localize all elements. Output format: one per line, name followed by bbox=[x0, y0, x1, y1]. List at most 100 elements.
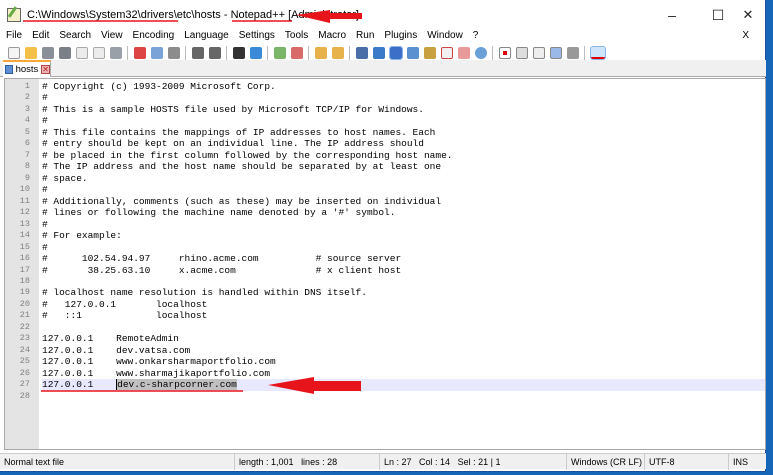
menu-run[interactable]: Run bbox=[356, 30, 374, 42]
code-area[interactable]: # Copyright (c) 1993-2009 Microsoft Corp… bbox=[42, 79, 765, 402]
code-line[interactable]: # bbox=[42, 92, 765, 103]
code-line[interactable]: # localhost name resolution is handled w… bbox=[42, 287, 765, 298]
undo-icon[interactable] bbox=[191, 47, 204, 59]
menu-help[interactable]: ? bbox=[473, 30, 479, 42]
zoom-out-icon[interactable] bbox=[290, 47, 303, 59]
paste-icon[interactable] bbox=[167, 47, 180, 59]
menu-view[interactable]: View bbox=[101, 30, 123, 42]
title-path: C:\Windows\System32\drivers\etc\hosts bbox=[27, 9, 221, 21]
code-line[interactable]: # This file contains the mappings of IP … bbox=[42, 127, 765, 138]
code-line[interactable]: # bbox=[42, 219, 765, 230]
play-macro-icon[interactable] bbox=[532, 47, 545, 59]
indent-guide-icon[interactable] bbox=[388, 46, 403, 60]
line-number: 11 bbox=[19, 195, 30, 206]
menu-settings[interactable]: Settings bbox=[239, 30, 275, 42]
code-line[interactable]: # For example: bbox=[42, 230, 765, 241]
code-line[interactable]: # 38.25.63.10 x.acme.com # x client host bbox=[42, 265, 765, 276]
spell-check-icon[interactable] bbox=[589, 46, 606, 60]
save-all-icon[interactable] bbox=[58, 47, 71, 59]
run-macro-multiple-icon[interactable] bbox=[549, 47, 562, 59]
tab-close-icon[interactable]: ✕ bbox=[41, 65, 50, 74]
print-icon[interactable] bbox=[109, 47, 122, 59]
folder-workspace-icon[interactable] bbox=[457, 47, 470, 59]
code-line[interactable]: # bbox=[42, 242, 765, 253]
close-document-button[interactable]: X bbox=[742, 30, 749, 41]
menu-macro[interactable]: Macro bbox=[318, 30, 346, 42]
menu-window[interactable]: Window bbox=[427, 30, 463, 42]
status-bar: Normal text file length : 1,001 lines : … bbox=[0, 453, 766, 470]
editor[interactable]: 1 2 3 4 5 6 7 8 9 10 11 12 13 14 15 16 17 18 19 20 21 22 23 24 2… bbox=[4, 78, 766, 450]
menu-search[interactable]: Search bbox=[59, 30, 91, 42]
code-line[interactable]: 127.0.0.1 dev.vatsa.com bbox=[42, 345, 765, 356]
code-line[interactable]: # be placed in the first column followed… bbox=[42, 150, 765, 161]
code-line[interactable] bbox=[42, 391, 765, 402]
document-map-icon[interactable] bbox=[423, 47, 436, 59]
code-line[interactable] bbox=[42, 276, 765, 287]
line-number: 19 bbox=[19, 287, 30, 298]
redo-icon[interactable] bbox=[208, 47, 221, 59]
save-icon[interactable] bbox=[41, 47, 54, 59]
code-line[interactable]: # 102.54.94.97 rhino.acme.com # source s… bbox=[42, 253, 765, 264]
zoom-in-icon[interactable] bbox=[273, 47, 286, 59]
menu-edit[interactable]: Edit bbox=[32, 30, 49, 42]
find-icon[interactable] bbox=[232, 47, 245, 59]
open-file-icon[interactable] bbox=[24, 47, 37, 59]
close-all-icon[interactable] bbox=[92, 47, 105, 59]
code-line[interactable]: 127.0.0.1 RemoteAdmin bbox=[42, 333, 765, 344]
record-macro-icon[interactable] bbox=[498, 47, 511, 59]
code-line[interactable]: # This is a sample HOSTS file used by Mi… bbox=[42, 104, 765, 115]
minimize-button[interactable]: – bbox=[655, 0, 689, 30]
code-line[interactable]: # lines or following the machine name de… bbox=[42, 207, 765, 218]
menu-language[interactable]: Language bbox=[184, 30, 229, 42]
status-eol[interactable]: Windows (CR LF) bbox=[567, 453, 645, 470]
code-line[interactable]: # Additionally, comments (such as these)… bbox=[42, 196, 765, 207]
user-language-icon[interactable] bbox=[406, 47, 419, 59]
menu-plugins[interactable]: Plugins bbox=[384, 30, 417, 42]
word-wrap-icon[interactable] bbox=[355, 47, 368, 59]
title-bar[interactable]: C:\Windows\System32\drivers\etc\hosts - … bbox=[0, 0, 765, 30]
stop-macro-icon[interactable] bbox=[515, 47, 528, 59]
status-col: Col : 14 bbox=[419, 456, 451, 467]
code-line[interactable]: # 127.0.0.1 localhost bbox=[42, 299, 765, 310]
new-file-icon[interactable] bbox=[7, 47, 20, 59]
function-list-icon[interactable] bbox=[440, 47, 453, 59]
sync-vertical-icon[interactable] bbox=[314, 47, 327, 59]
code-line[interactable]: # bbox=[42, 184, 765, 195]
code-line[interactable]: 127.0.0.1 dev.c-sharpcorner.com bbox=[42, 379, 765, 391]
copy-icon[interactable] bbox=[150, 47, 163, 59]
menu-encoding[interactable]: Encoding bbox=[133, 30, 175, 42]
tab-hosts[interactable]: hosts ✕ bbox=[3, 60, 51, 77]
code-line[interactable]: 127.0.0.1 www.onkarsharmaportfolio.com bbox=[42, 356, 765, 367]
sync-horizontal-icon[interactable] bbox=[331, 47, 344, 59]
status-encoding[interactable]: UTF-8 bbox=[645, 453, 729, 470]
toolbar-separator bbox=[226, 46, 227, 60]
maximize-button[interactable]: ☐ bbox=[701, 0, 735, 30]
toolbar-separator bbox=[127, 46, 128, 60]
line-number: 7 bbox=[24, 149, 30, 160]
close-button[interactable]: ✕ bbox=[731, 0, 765, 30]
close-file-icon[interactable] bbox=[75, 47, 88, 59]
line-number: 23 bbox=[19, 333, 30, 344]
code-line[interactable]: # space. bbox=[42, 173, 765, 184]
code-line[interactable]: # The IP address and the host name shoul… bbox=[42, 161, 765, 172]
selected-hostname[interactable]: dev.c-sharpcorner.com bbox=[116, 379, 237, 391]
notepadpp-app-icon bbox=[7, 8, 21, 22]
code-line[interactable]: # Copyright (c) 1993-2009 Microsoft Corp… bbox=[42, 81, 765, 92]
menu-file[interactable]: File bbox=[6, 30, 22, 42]
save-macro-icon[interactable] bbox=[566, 47, 579, 59]
code-line[interactable] bbox=[42, 322, 765, 333]
cut-icon[interactable] bbox=[133, 47, 146, 59]
code-line[interactable]: 127.0.0.1 www.sharmajikaportfolio.com bbox=[42, 368, 765, 379]
line-number: 6 bbox=[24, 138, 30, 149]
toolbar-separator bbox=[584, 46, 585, 60]
code-line[interactable]: # ::1 localhost bbox=[42, 310, 765, 321]
show-all-chars-icon[interactable] bbox=[372, 47, 385, 59]
code-line[interactable]: # bbox=[42, 115, 765, 126]
monitoring-icon[interactable] bbox=[474, 47, 487, 59]
code-line[interactable]: # entry should be kept on an individual … bbox=[42, 138, 765, 149]
menu-tools[interactable]: Tools bbox=[285, 30, 308, 42]
toolbar-separator bbox=[492, 46, 493, 60]
line-number: 13 bbox=[19, 218, 30, 229]
status-position: Ln : 27 Col : 14 Sel : 21 | 1 bbox=[380, 453, 567, 470]
replace-icon[interactable] bbox=[249, 47, 262, 59]
